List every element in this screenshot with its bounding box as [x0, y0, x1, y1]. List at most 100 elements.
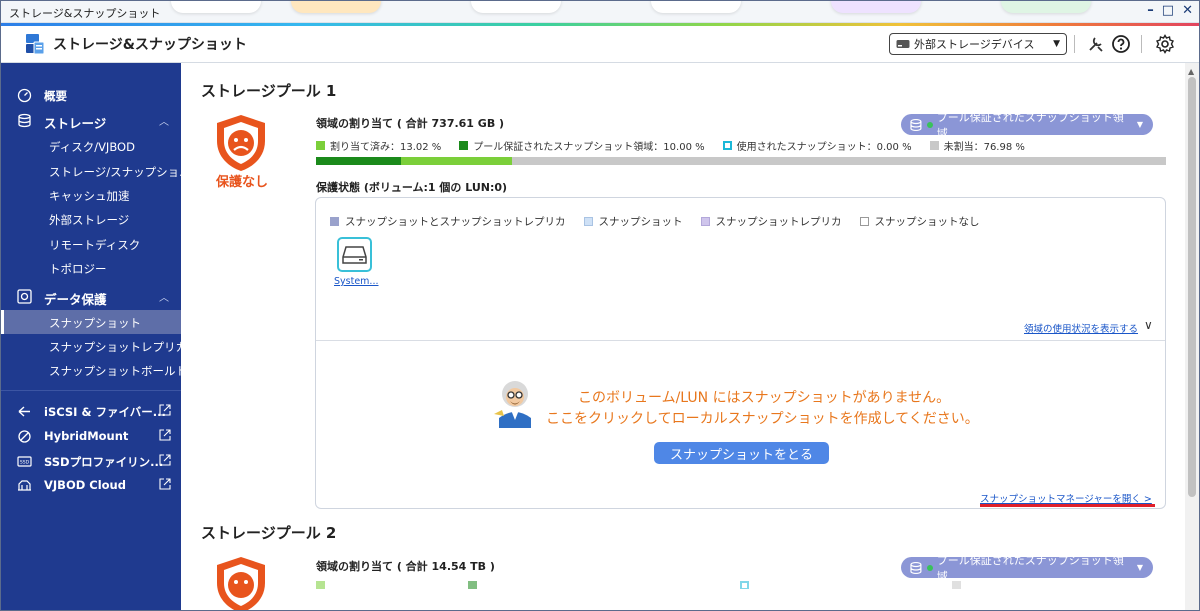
protection-state-title: 保護状態 (ボリューム:1 個の LUN:0) [316, 181, 508, 194]
sidebar-item-remote-disk[interactable]: リモートディスク [1, 232, 181, 256]
settings-gear-icon[interactable] [1155, 34, 1175, 54]
protection-legend: スナップショットとスナップショットレプリカ スナップショット スナップショットレ… [330, 214, 998, 229]
pool-2-guaranteed-snapshot-button[interactable]: プール保証されたスナップショット領域 ▼ [901, 554, 1153, 583]
pool-2-allocation-legend-cropped [316, 581, 984, 589]
chevron-down-icon: ▼ [1053, 39, 1060, 49]
pool-2-title: ストレージプール 2 [201, 524, 337, 542]
external-link-icon [159, 429, 171, 441]
legend-label: スナップショットなし [874, 216, 980, 228]
status-dot [926, 564, 933, 571]
external-storage-device-label: 外部ストレージデバイス [914, 38, 1035, 51]
sidebar-item-storage-snapshots[interactable]: ストレージ/スナップショ... [1, 159, 190, 183]
legend-label: 使用されたスナップショット：0.00 % [736, 142, 912, 153]
sidebar-item-snapshot-vault[interactable]: スナップショットボールト [1, 358, 187, 382]
pool-1-allocation-bar [316, 157, 1166, 165]
legend-swatch [700, 217, 710, 226]
close-button[interactable]: ✕ [1182, 3, 1193, 18]
external-drive-icon [896, 40, 910, 48]
legend-swatch [468, 581, 477, 589]
maximize-button[interactable]: □ [1162, 3, 1174, 18]
bar-segment-allocated [401, 157, 512, 165]
scrollbar-thumb[interactable] [1188, 77, 1196, 497]
header-divider [1141, 35, 1142, 53]
protection-status-label: 保護なし [216, 175, 269, 190]
legend-label: スナップショット [598, 216, 683, 228]
sidebar-item-snapshot[interactable]: スナップショット [1, 310, 181, 334]
chevron-down-icon[interactable]: ∨ [1144, 318, 1153, 332]
ssd-icon: SSD [17, 456, 32, 467]
volume-disk-icon [342, 246, 367, 264]
scroll-up-arrow-icon[interactable]: ▲ [1188, 67, 1194, 76]
minimize-button[interactable]: – [1147, 3, 1154, 18]
sidebar-item-label: ディスク/VJBOD [49, 140, 135, 154]
database-icon [910, 118, 922, 131]
legend-label: スナップショットとスナップショットレプリカ [345, 216, 566, 228]
external-link-icon [159, 478, 171, 490]
sidebar-item-label: スナップショットボールト [49, 364, 187, 378]
no-snapshot-message-line-1[interactable]: このボリューム/LUN にはスナップショットがありません。 [578, 387, 950, 407]
sidebar-item-vjbod-cloud[interactable]: VJBOD Cloud [1, 473, 181, 497]
sidebar-item-external-storage[interactable]: 外部ストレージ [1, 207, 181, 231]
help-icon[interactable] [1111, 34, 1131, 54]
svg-text:SSD: SSD [20, 460, 30, 466]
decorative-tab [471, 1, 561, 13]
sidebar-item-hybridmount[interactable]: HybridMount [1, 424, 181, 448]
sidebar-item-label: 外部ストレージ [49, 213, 130, 227]
unprotected-shield-icon [217, 115, 265, 171]
scientist-mascot-icon [494, 381, 531, 428]
sidebar-item-label: スナップショットレプリカ [49, 340, 187, 354]
sidebar-item-iscsi-fibre[interactable]: iSCSI & ファイバー... [1, 399, 181, 423]
database-icon [18, 113, 31, 128]
sidebar-item-disk-vjbod[interactable]: ディスク/VJBOD [1, 134, 181, 158]
header-divider [1074, 35, 1075, 53]
sidebar-group-data-protection[interactable]: データ保護 ︿ [1, 284, 181, 308]
sidebar-item-topology[interactable]: トポロジー [1, 256, 181, 280]
window-title: ストレージ&スナップショット [9, 7, 161, 20]
sidebar-item-label: ストレージ/スナップショ... [49, 165, 191, 179]
legend-swatch [459, 141, 469, 150]
sidebar-item-label: トポロジー [49, 262, 107, 276]
legend-label: 未割当：76.98 % [943, 142, 1025, 153]
bar-segment-guaranteed [316, 157, 401, 165]
sidebar-item-label: SSDプロファイリン... [44, 455, 164, 469]
external-storage-device-dropdown[interactable]: 外部ストレージデバイス ▼ [889, 33, 1067, 55]
open-snapshot-manager-link[interactable]: スナップショットマネージャーを開く > [980, 491, 1152, 505]
no-snapshot-message-line-2[interactable]: ここをクリックしてローカルスナップショットを作成してください。 [546, 408, 979, 428]
tools-icon[interactable] [1086, 34, 1106, 54]
volume-label[interactable]: System... [334, 276, 379, 287]
sidebar-group-label: ストレージ [44, 116, 107, 131]
sidebar-item-label: スナップショット [49, 316, 141, 330]
decorative-tab [171, 1, 261, 13]
sidebar-item-label: HybridMount [44, 429, 129, 443]
protection-panel: スナップショットとスナップショットレプリカ スナップショット スナップショットレ… [315, 197, 1166, 509]
decorative-tab [831, 1, 921, 13]
chevron-up-icon: ︿ [159, 117, 169, 128]
snapshot-camera-icon [17, 289, 32, 304]
legend-no-snapshot: スナップショットなし [859, 214, 980, 229]
sidebar-item-ssd-profiling[interactable]: SSD SSDプロファイリン... [1, 449, 181, 473]
sidebar-group-storage[interactable]: ストレージ ︿ [1, 108, 181, 132]
show-usage-link[interactable]: 領域の使用状況を表示する [1024, 321, 1138, 335]
legend-snapshot-and-replica: スナップショットとスナップショットレプリカ [330, 214, 566, 229]
sidebar-item-overview[interactable]: 概要 [1, 83, 181, 107]
pool-1-guaranteed-snapshot-button[interactable]: プール保証されたスナップショット領域 ▼ [901, 111, 1153, 140]
chevron-down-icon: ▼ [1136, 563, 1143, 572]
legend-snapshot-replica: スナップショットレプリカ [700, 214, 842, 229]
sidebar-item-cache-acceleration[interactable]: キャッシュ加速 [1, 183, 181, 207]
take-snapshot-button[interactable]: スナップショットをとる [654, 442, 829, 464]
sidebar-item-label: iSCSI & ファイバー... [44, 405, 166, 419]
chevron-down-icon: ▼ [1136, 120, 1143, 129]
sidebar-item-label: キャッシュ加速 [49, 189, 130, 203]
dashboard-gauge-icon [17, 88, 32, 103]
app-title: ストレージ&スナップショット [53, 37, 247, 53]
sidebar-group-label: データ保護 [44, 292, 107, 307]
volume-tile[interactable] [337, 237, 372, 272]
legend-swatch [952, 581, 961, 589]
sidebar-item-label: リモートディスク [49, 238, 141, 252]
pool-1-title: ストレージプール 1 [201, 82, 337, 100]
pool-1-guaranteed-snapshot-label: プール保証されたスナップショット領域 [936, 110, 1124, 140]
sidebar-item-snapshot-replica[interactable]: スナップショットレプリカ [1, 334, 187, 358]
app-header: ストレージ&スナップショット 外部ストレージデバイス ▼ [1, 26, 1199, 63]
vertical-scrollbar[interactable]: ▲ [1185, 63, 1199, 610]
legend-label: スナップショットレプリカ [715, 216, 842, 228]
